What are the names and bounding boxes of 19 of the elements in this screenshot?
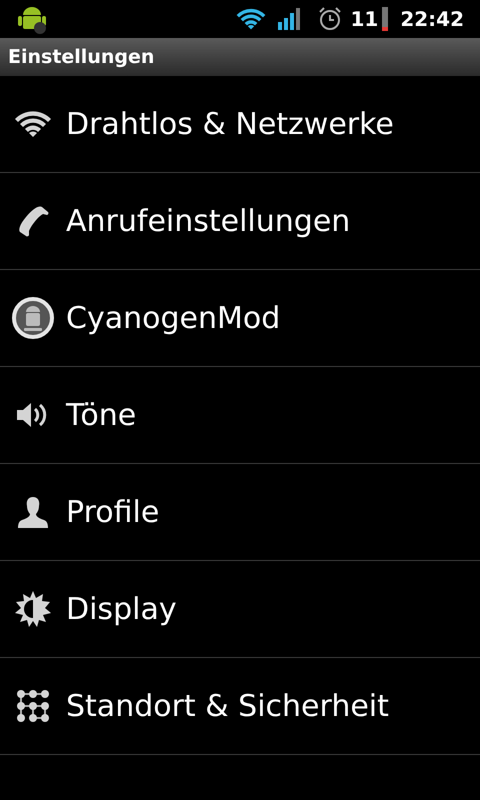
person-icon bbox=[17, 495, 49, 529]
clock-time: 22:42 bbox=[400, 6, 464, 33]
wifi-icon bbox=[236, 7, 266, 31]
alarm-clock-icon bbox=[318, 7, 342, 31]
settings-item[interactable]: Töne bbox=[0, 367, 480, 463]
brightness-icon bbox=[15, 591, 51, 627]
robot-in-circle-icon bbox=[12, 297, 54, 339]
signal-bars-icon bbox=[278, 8, 302, 30]
battery-percentage: 11 bbox=[350, 6, 378, 33]
settings-item[interactable]: Drahtlos & Netzwerke bbox=[0, 76, 480, 172]
settings-item[interactable]: Anrufeinstellungen bbox=[0, 173, 480, 269]
settings-item[interactable]: Standort & Sicherheit bbox=[0, 658, 480, 754]
settings-item[interactable]: Display bbox=[0, 561, 480, 657]
battery-icon bbox=[382, 7, 388, 31]
pattern-grid-icon bbox=[16, 689, 50, 723]
wifi-icon bbox=[15, 109, 51, 139]
settings-item[interactable]: Profile bbox=[0, 464, 480, 560]
title: Einstellungen bbox=[8, 44, 154, 70]
settings-item[interactable]: CyanogenMod bbox=[0, 270, 480, 366]
